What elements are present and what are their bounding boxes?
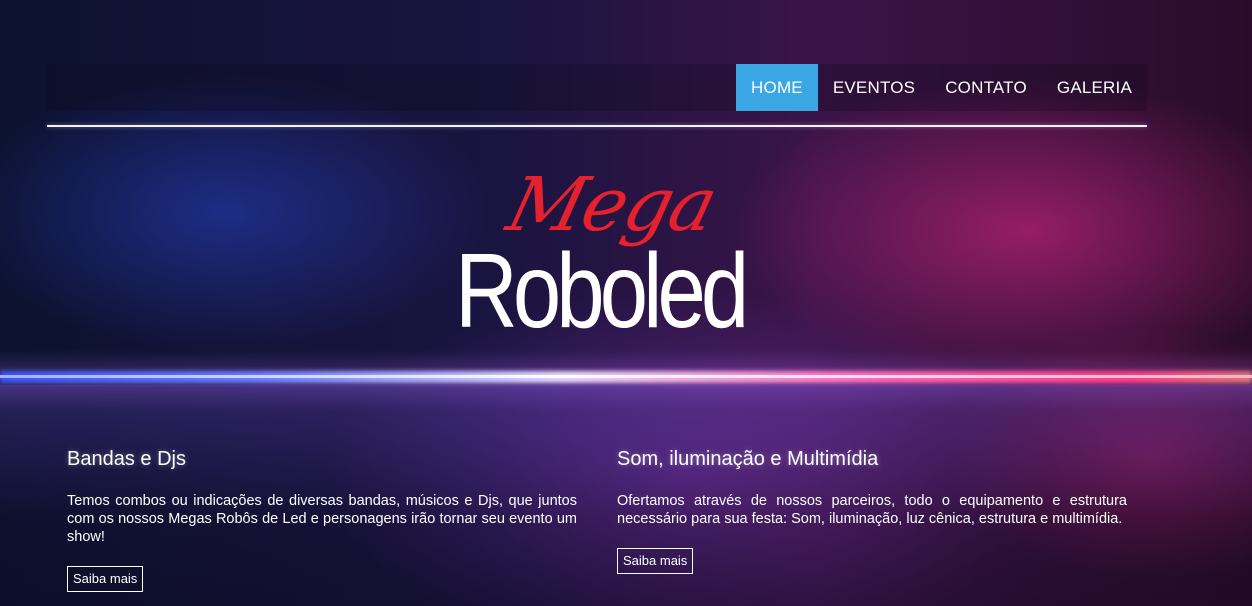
- section-text: Ofertamos através de nossos parceiros, t…: [617, 493, 1127, 527]
- nav-item-eventos[interactable]: EVENTOS: [818, 64, 930, 111]
- section-bandas-djs: Bandas e Djs Temos combos ou indicações …: [67, 444, 577, 592]
- brand-logo: Mega Roboled: [455, 162, 749, 350]
- saiba-mais-button[interactable]: Saiba mais: [617, 548, 694, 574]
- saiba-mais-button[interactable]: Saiba mais: [67, 566, 144, 592]
- logo-script-text: Mega: [499, 162, 724, 248]
- main-nav: HOME EVENTOS CONTATO GALERIA: [736, 64, 1147, 111]
- section-text: Temos combos ou indicações de diversas b…: [67, 493, 577, 545]
- light-beam-core: [0, 375, 1252, 378]
- section-title: Som, iluminação e Multimídia: [617, 448, 879, 470]
- section-title: Bandas e Djs: [67, 448, 186, 470]
- nav-item-contato[interactable]: CONTATO: [930, 64, 1042, 111]
- nav-item-galeria[interactable]: GALERIA: [1042, 64, 1147, 111]
- navbar: HOME EVENTOS CONTATO GALERIA: [47, 64, 1147, 111]
- nav-item-home[interactable]: HOME: [736, 64, 818, 111]
- nav-divider: [47, 125, 1147, 127]
- logo-main-text: Roboled: [455, 232, 749, 350]
- section-som-iluminacao: Som, iluminação e Multimídia Ofertamos a…: [617, 444, 1127, 574]
